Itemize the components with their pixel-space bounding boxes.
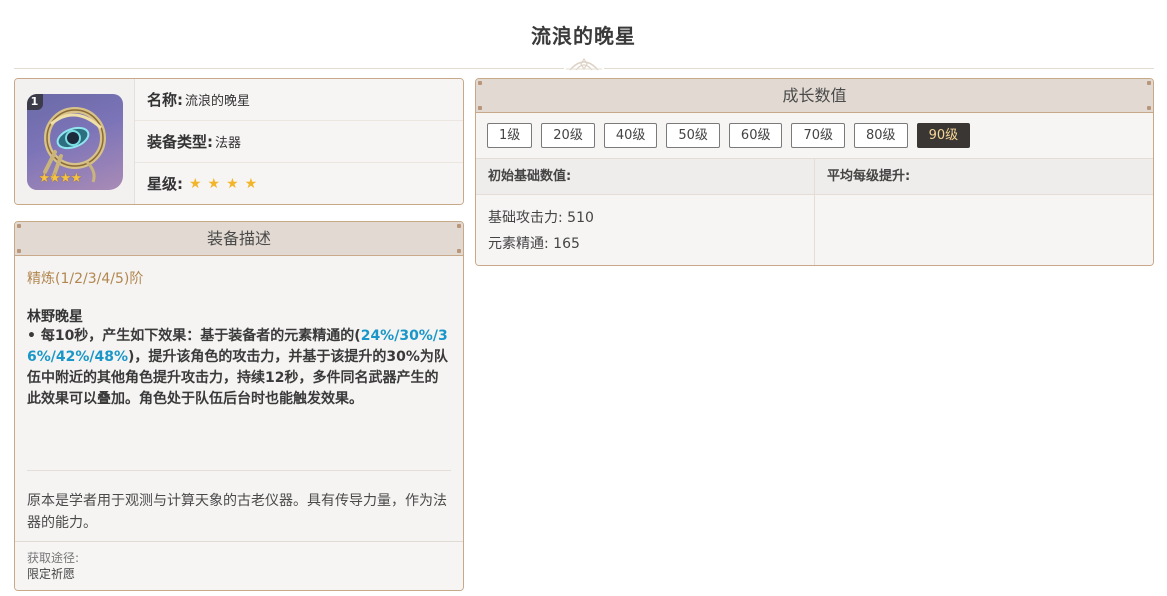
- portrait-rarity-stars: ★★★★: [38, 170, 83, 186]
- lore-text: 原本是学者用于观测与计算天象的古老仪器。具有传导力量，作为法器的能力。: [27, 493, 447, 531]
- corner-dot: [478, 81, 482, 85]
- ornament-icon: [564, 57, 604, 76]
- info-row-type: 装备类型: 法器: [135, 121, 463, 163]
- refine-badge: 1: [26, 93, 43, 110]
- corner-dot: [478, 106, 482, 110]
- passive-name: 林野晚星: [27, 309, 83, 325]
- rarity-stars: ★★★★: [189, 175, 264, 192]
- description-header: 装备描述: [15, 222, 463, 256]
- corner-dot: [1147, 81, 1151, 85]
- corner-dot: [1147, 106, 1151, 110]
- source-label: 获取途径:: [27, 551, 80, 565]
- description-divider: [27, 470, 451, 471]
- level-button-1[interactable]: 1级: [487, 123, 533, 148]
- weapon-portrait[interactable]: 1 ★★★★: [26, 93, 123, 190]
- avg-growth-column: 平均每级提升:: [814, 159, 1153, 265]
- avg-growth-body: [815, 195, 1153, 265]
- level-button-60[interactable]: 60级: [728, 123, 783, 148]
- refine-title: 精炼(1/2/3/4/5)阶: [27, 271, 144, 287]
- level-button-50[interactable]: 50级: [666, 123, 720, 148]
- level-button-70[interactable]: 70级: [791, 123, 846, 148]
- description-header-title: 装备描述: [206, 229, 271, 248]
- level-selector: 1级 20级 40级 50级 60级 70级 80级 90级: [476, 113, 1153, 159]
- passive-text-part1: • 每10秒，产生如下效果：基于装备者的元素精通的(: [27, 328, 361, 344]
- rarity-label: 星级:: [147, 175, 183, 193]
- source-box: 获取途径: 限定祈愿: [15, 541, 463, 590]
- level-button-20[interactable]: 20级: [541, 123, 595, 148]
- base-stats-body: 基础攻击力: 510 元素精通: 165: [476, 195, 814, 265]
- type-label: 装备类型:: [147, 133, 213, 151]
- base-stats-column: 初始基础数值: 基础攻击力: 510 元素精通: 165: [476, 159, 814, 265]
- avg-growth-header: 平均每级提升:: [815, 159, 1153, 195]
- info-row-rarity: 星级: ★★★★: [135, 163, 463, 204]
- level-button-80[interactable]: 80级: [854, 123, 908, 148]
- source-value: 限定祈愿: [27, 567, 76, 581]
- level-button-40[interactable]: 40级: [603, 123, 658, 148]
- description-card: 装备描述 精炼(1/2/3/4/5)阶 林野晚星 • 每10秒，产生如下效果：基…: [14, 221, 464, 591]
- corner-dot: [17, 224, 21, 228]
- page-title: 流浪的晚星: [531, 24, 636, 48]
- growth-header-title: 成长数值: [782, 86, 847, 105]
- info-rows: 名称: 流浪的晚星 装备类型: 法器 星级: ★★★★: [135, 79, 463, 204]
- name-value: 流浪的晚星: [185, 94, 251, 109]
- level-button-90[interactable]: 90级: [916, 123, 971, 148]
- corner-dot: [17, 249, 21, 253]
- type-value: 法器: [215, 136, 242, 151]
- weapon-info-card: 1 ★★★★ 名称: 流浪的晚星 装备类型: 法器 星级: ★★★★: [14, 78, 464, 205]
- stat-base-atk: 基础攻击力: 510: [488, 210, 594, 226]
- corner-dot: [457, 249, 461, 253]
- info-row-name: 名称: 流浪的晚星: [135, 79, 463, 121]
- name-label: 名称:: [147, 91, 183, 109]
- corner-dot: [457, 224, 461, 228]
- stat-elemental-mastery: 元素精通: 165: [488, 236, 580, 252]
- passive-description: • 每10秒，产生如下效果：基于装备者的元素精通的(24%/30%/36%/42…: [27, 326, 452, 410]
- base-stats-header: 初始基础数值:: [476, 159, 814, 195]
- growth-stats-card: 成长数值 1级 20级 40级 50级 60级 70级 80级 90级 初始基础…: [475, 78, 1154, 266]
- weapon-image-cell: 1 ★★★★: [15, 79, 135, 204]
- growth-header: 成长数值: [476, 79, 1153, 113]
- stat-table: 初始基础数值: 基础攻击力: 510 元素精通: 165 平均每级提升:: [476, 159, 1153, 265]
